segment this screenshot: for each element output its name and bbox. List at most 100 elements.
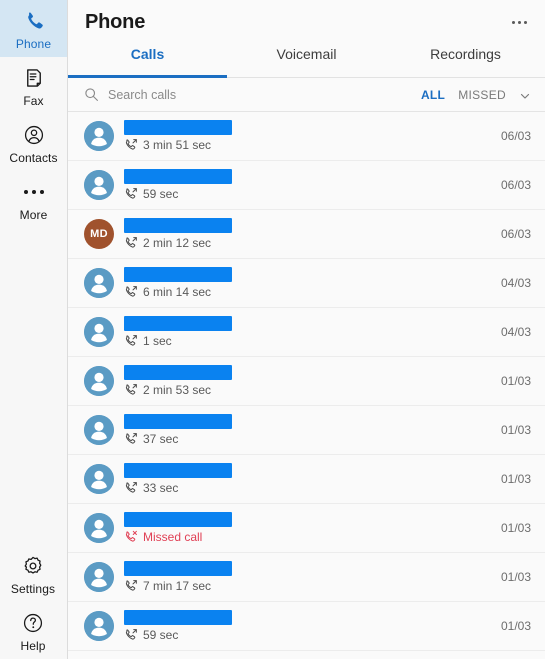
- call-duration: 33 sec: [143, 480, 179, 495]
- page-title: Phone: [85, 10, 146, 33]
- call-duration: 2 min 12 sec: [143, 235, 212, 250]
- avatar-initials: MD: [84, 219, 114, 249]
- sidebar-item-contacts[interactable]: Contacts: [0, 114, 67, 171]
- call-list-item[interactable]: 7 min 17 sec 01/03: [68, 553, 545, 602]
- call-details: 37 sec: [124, 414, 493, 446]
- tab-recordings[interactable]: Recordings: [386, 44, 545, 77]
- tab-label: Recordings: [430, 46, 501, 62]
- call-date: 01/03: [500, 521, 531, 535]
- call-meta: 3 min 51 sec: [124, 137, 493, 152]
- call-date: 04/03: [500, 276, 531, 290]
- sidebar-item-settings[interactable]: Settings: [0, 545, 66, 602]
- caller-name-redacted: [124, 561, 232, 576]
- avatar-icon: [84, 170, 114, 200]
- call-meta: 6 min 14 sec: [124, 284, 493, 299]
- call-details: 33 sec: [124, 463, 493, 495]
- call-list-item[interactable]: 59 sec 06/03: [68, 161, 545, 210]
- call-date: 01/03: [500, 374, 531, 388]
- more-dots-icon: [23, 179, 44, 205]
- dot: [524, 20, 527, 24]
- sidebar-item-label: Fax: [23, 94, 44, 108]
- contacts-icon: [23, 122, 45, 148]
- call-list-item[interactable]: 6 min 14 sec 04/03: [68, 259, 545, 308]
- call-list-item[interactable]: Missed call 01/03: [68, 504, 545, 553]
- call-meta: 59 sec: [124, 627, 493, 642]
- call-duration: 7 min 17 sec: [143, 578, 212, 593]
- tab-calls[interactable]: Calls: [68, 44, 227, 78]
- call-date: 01/03: [500, 570, 531, 584]
- call-details: 2 min 12 sec: [124, 218, 493, 250]
- call-history-list[interactable]: 3 min 51 sec 06/03 59 sec 06/03 MD 2 min 12 s…: [68, 112, 545, 659]
- call-list-item[interactable]: 3 min 51 sec 06/03: [68, 112, 545, 161]
- chevron-down-icon[interactable]: [519, 89, 531, 101]
- call-list-item[interactable]: 2 min 53 sec 01/03: [68, 357, 545, 406]
- call-details: 1 sec: [124, 316, 493, 348]
- tab-voicemail[interactable]: Voicemail: [227, 44, 386, 77]
- outgoing-call-icon: [124, 628, 138, 642]
- call-duration: Missed call: [143, 529, 203, 544]
- caller-name-redacted: [124, 414, 232, 429]
- avatar-icon: [84, 121, 114, 151]
- call-meta: 2 min 53 sec: [124, 382, 493, 397]
- avatar-icon: [84, 562, 114, 592]
- tab-label: Voicemail: [276, 46, 337, 62]
- tab-bar: Calls Voicemail Recordings: [68, 44, 545, 78]
- dot: [31, 190, 36, 194]
- sidebar-item-more[interactable]: More: [0, 171, 67, 228]
- sidebar-item-label: Help: [20, 639, 46, 653]
- call-details: 7 min 17 sec: [124, 561, 493, 593]
- avatar-icon: [84, 464, 114, 494]
- call-duration: 1 sec: [143, 333, 172, 348]
- call-meta: 1 sec: [124, 333, 493, 348]
- sidebar-top-group: Phone Fax Contacts More: [0, 0, 67, 228]
- tab-label: Calls: [130, 46, 165, 62]
- caller-name-redacted: [124, 120, 232, 135]
- call-meta: 37 sec: [124, 431, 493, 446]
- avatar-initials-text: MD: [90, 228, 108, 240]
- call-duration: 3 min 51 sec: [143, 137, 212, 152]
- avatar-icon: [84, 366, 114, 396]
- call-duration: 59 sec: [143, 186, 179, 201]
- sidebar-item-label: Contacts: [9, 151, 58, 165]
- call-list-item[interactable]: 59 sec 01/03: [68, 602, 545, 651]
- caller-name-redacted: [124, 218, 232, 233]
- call-list-item[interactable]: 33 sec 01/03: [68, 455, 545, 504]
- call-list-item[interactable]: MD 2 min 12 sec 06/03: [68, 210, 545, 259]
- caller-name-redacted: [124, 365, 232, 380]
- gear-icon: [22, 553, 44, 579]
- call-list-item[interactable]: 1 sec 04/03: [68, 308, 545, 357]
- search-input[interactable]: [108, 87, 421, 102]
- call-date: 04/03: [500, 325, 531, 339]
- dot: [518, 20, 521, 24]
- filter-missed[interactable]: MISSED: [458, 88, 506, 102]
- avatar-icon: [84, 268, 114, 298]
- outgoing-call-icon: [124, 432, 138, 446]
- call-details: Missed call: [124, 512, 493, 544]
- filter-all[interactable]: ALL: [421, 88, 445, 102]
- sidebar-item-label: More: [19, 208, 48, 222]
- avatar-icon: [84, 611, 114, 641]
- call-date: 06/03: [500, 227, 531, 241]
- sidebar-item-help[interactable]: Help: [0, 602, 66, 659]
- call-meta: Missed call: [124, 529, 493, 544]
- call-date: 06/03: [500, 178, 531, 192]
- call-duration: 6 min 14 sec: [143, 284, 212, 299]
- call-duration: 59 sec: [143, 627, 179, 642]
- call-meta: 33 sec: [124, 480, 493, 495]
- call-details: 59 sec: [124, 610, 493, 642]
- call-meta: 2 min 12 sec: [124, 235, 493, 250]
- call-meta: 59 sec: [124, 186, 493, 201]
- dot: [512, 20, 515, 24]
- avatar-icon: [84, 513, 114, 543]
- overflow-menu-icon[interactable]: [510, 15, 529, 30]
- outgoing-call-icon: [124, 383, 138, 397]
- call-list-item[interactable]: 37 sec 01/03: [68, 406, 545, 455]
- search-and-filter-bar: ALL MISSED: [68, 78, 545, 112]
- sidebar-item-label: Settings: [10, 582, 56, 596]
- sidebar-item-fax[interactable]: Fax: [0, 57, 67, 114]
- call-details: 2 min 53 sec: [124, 365, 493, 397]
- sidebar-item-phone[interactable]: Phone: [0, 0, 67, 57]
- avatar-icon: [84, 317, 114, 347]
- filter-group: ALL MISSED: [421, 88, 531, 102]
- call-meta: 7 min 17 sec: [124, 578, 493, 593]
